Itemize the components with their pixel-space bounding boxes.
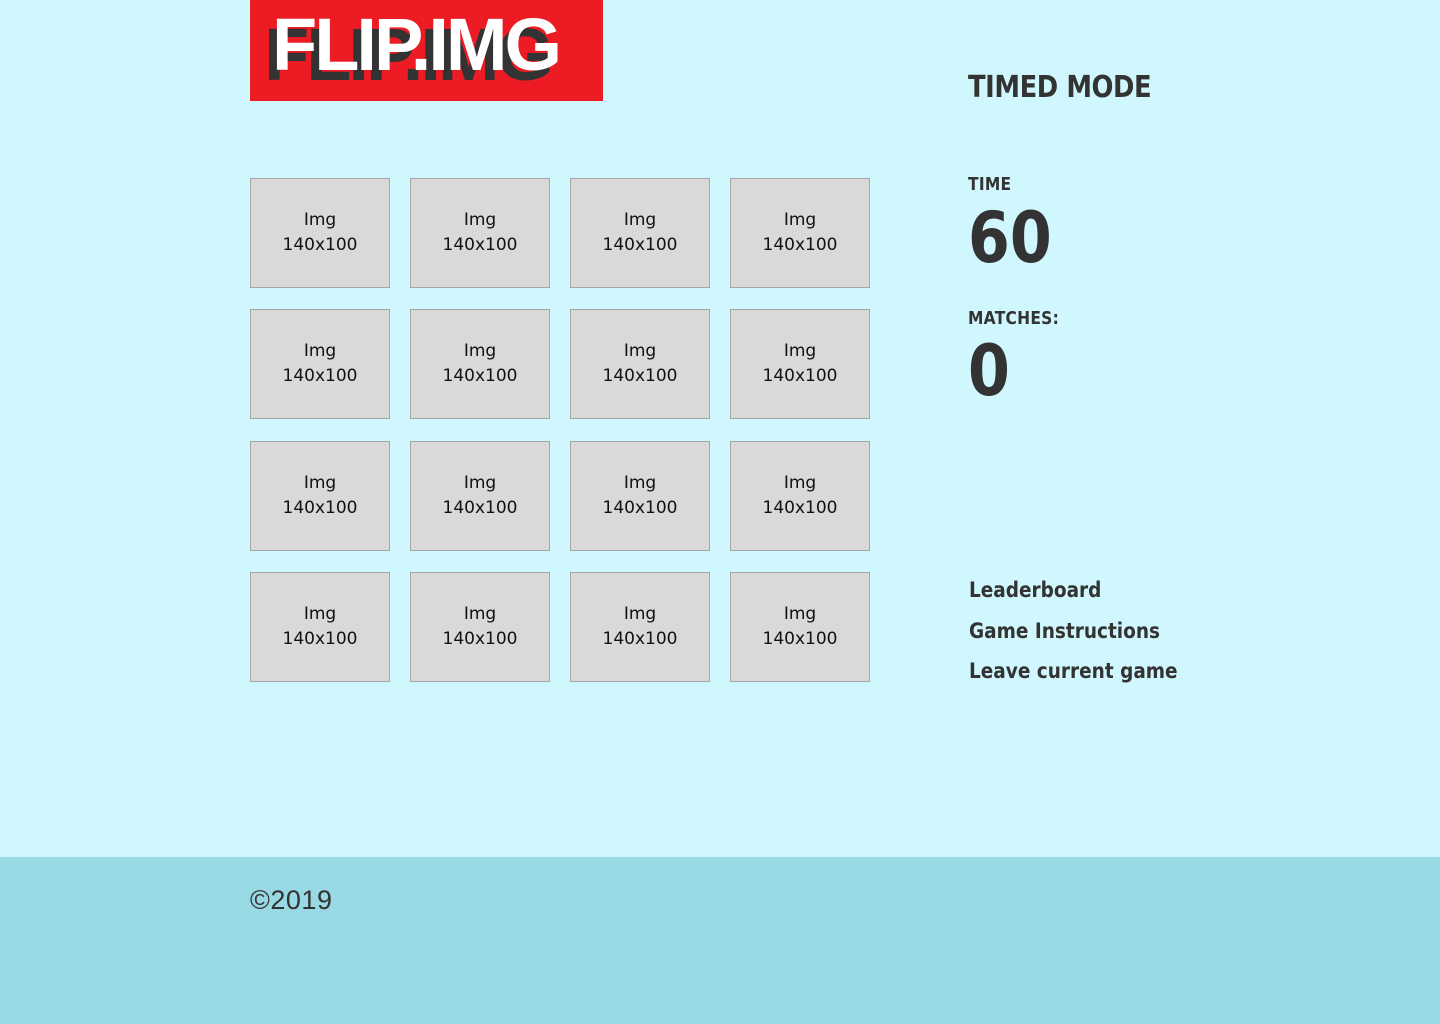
card-tile[interactable]: Img 140x100 (570, 572, 710, 682)
tile-label: Img (463, 604, 497, 624)
tile-size: 140x100 (602, 629, 678, 649)
card-tile[interactable]: Img 140x100 (250, 572, 390, 682)
time-value: 60 (968, 197, 1052, 279)
tile-size: 140x100 (602, 366, 678, 386)
tile-label: Img (623, 473, 657, 493)
mode-title: TIMED MODE (968, 70, 1152, 105)
card-tile[interactable]: Img 140x100 (410, 572, 550, 682)
tile-size: 140x100 (282, 366, 358, 386)
card-tile[interactable]: Img 140x100 (410, 441, 550, 551)
leaderboard-link[interactable]: Leaderboard (969, 578, 1101, 602)
footer: ©2019 (0, 857, 1440, 1024)
tile-size: 140x100 (762, 235, 838, 255)
tile-label: Img (303, 604, 337, 624)
tile-size: 140x100 (442, 498, 518, 518)
tile-label: Img (463, 341, 497, 361)
card-tile[interactable]: Img 140x100 (250, 178, 390, 288)
card-tile[interactable]: Img 140x100 (410, 309, 550, 419)
matches-value: 0 (968, 330, 1010, 412)
tile-size: 140x100 (602, 498, 678, 518)
time-label: TIME (968, 174, 1012, 195)
logo[interactable]: FLIP.IMG FLIP.IMG (250, 0, 603, 101)
tile-label: Img (783, 341, 817, 361)
card-tile[interactable]: Img 140x100 (730, 178, 870, 288)
card-tile[interactable]: Img 140x100 (730, 309, 870, 419)
tile-size: 140x100 (442, 366, 518, 386)
tile-size: 140x100 (602, 235, 678, 255)
tile-label: Img (303, 210, 337, 230)
tile-size: 140x100 (282, 629, 358, 649)
game-instructions-link[interactable]: Game Instructions (969, 619, 1160, 643)
tile-label: Img (783, 210, 817, 230)
leave-game-link[interactable]: Leave current game (969, 659, 1178, 683)
card-tile[interactable]: Img 140x100 (570, 178, 710, 288)
tile-label: Img (463, 473, 497, 493)
tile-label: Img (623, 341, 657, 361)
card-tile[interactable]: Img 140x100 (570, 309, 710, 419)
tile-size: 140x100 (282, 498, 358, 518)
tile-label: Img (783, 604, 817, 624)
tile-label: Img (303, 341, 337, 361)
copyright-text: ©2019 (250, 885, 333, 915)
tile-label: Img (623, 210, 657, 230)
tile-label: Img (623, 604, 657, 624)
matches-label: MATCHES: (968, 308, 1060, 329)
tile-size: 140x100 (442, 235, 518, 255)
logo-text: FLIP.IMG (272, 3, 562, 86)
card-tile[interactable]: Img 140x100 (570, 441, 710, 551)
card-tile[interactable]: Img 140x100 (250, 441, 390, 551)
card-tile[interactable]: Img 140x100 (730, 572, 870, 682)
tile-label: Img (783, 473, 817, 493)
card-tile[interactable]: Img 140x100 (250, 309, 390, 419)
tile-size: 140x100 (762, 498, 838, 518)
card-tile[interactable]: Img 140x100 (410, 178, 550, 288)
tile-size: 140x100 (762, 366, 838, 386)
tile-label: Img (463, 210, 497, 230)
tile-size: 140x100 (442, 629, 518, 649)
tile-size: 140x100 (762, 629, 838, 649)
tile-size: 140x100 (282, 235, 358, 255)
card-tile[interactable]: Img 140x100 (730, 441, 870, 551)
tile-label: Img (303, 473, 337, 493)
